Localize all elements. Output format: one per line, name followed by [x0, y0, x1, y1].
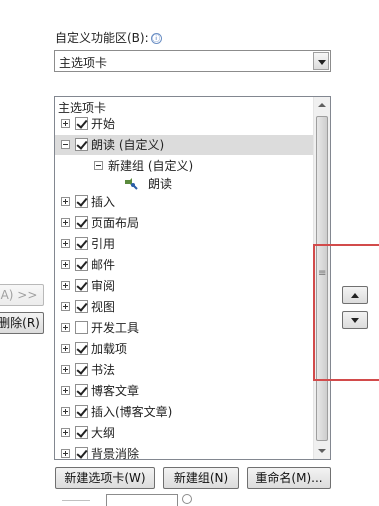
- tree-item-label: 大纲: [91, 426, 116, 440]
- expand-icon[interactable]: [61, 119, 70, 128]
- reset-dropdown[interactable]: [106, 494, 178, 506]
- tree-item-add-ins[interactable]: 加载项: [55, 339, 314, 359]
- tree-item-review[interactable]: 审阅: [55, 276, 314, 296]
- expand-icon[interactable]: [61, 407, 70, 416]
- tree-item-label: 书法: [91, 363, 116, 377]
- divider: [62, 500, 90, 501]
- ribbon-type-value: 主选项卡: [59, 56, 108, 70]
- tree-item-label: 加载项: [91, 342, 128, 356]
- expand-icon[interactable]: [61, 281, 70, 290]
- checkbox[interactable]: [75, 237, 88, 250]
- tree-item-calligraphy[interactable]: 书法: [55, 360, 314, 380]
- expand-icon[interactable]: [61, 449, 70, 458]
- tree-item-view[interactable]: 视图: [55, 297, 314, 317]
- tree-item-label: 新建组 (自定义): [108, 159, 194, 173]
- new-group-button[interactable]: 新建组(N): [163, 467, 239, 489]
- tree-item-background-removal[interactable]: 背景消除: [55, 444, 314, 460]
- checkbox[interactable]: [75, 138, 88, 151]
- checkbox[interactable]: [75, 384, 88, 397]
- tree-item-label: 引用: [91, 237, 116, 251]
- expand-icon[interactable]: [61, 260, 70, 269]
- new-tab-button[interactable]: 新建选项卡(W): [55, 467, 155, 489]
- customize-ribbon-text: 自定义功能区(B):: [55, 31, 149, 45]
- tree-item-blog-post[interactable]: 博客文章: [55, 381, 314, 401]
- checkbox[interactable]: [75, 405, 88, 418]
- tree-item-read-aloud-command[interactable]: 朗读: [55, 174, 314, 194]
- tree-item-label: 插入(博客文章): [91, 405, 173, 419]
- tree-item-label: 页面布局: [91, 216, 140, 230]
- info-icon: ⓘ: [150, 33, 162, 44]
- remove-button[interactable]: 删除(R): [0, 312, 44, 334]
- expand-icon[interactable]: [61, 365, 70, 374]
- expand-icon[interactable]: [61, 197, 70, 206]
- scroll-up-icon[interactable]: [314, 97, 330, 114]
- tree-item-label: 审阅: [91, 279, 116, 293]
- tree-item-insert[interactable]: 插入: [55, 192, 314, 212]
- customize-ribbon-label: 自定义功能区(B): ⓘ: [55, 29, 162, 46]
- tree-item-new-group[interactable]: 新建组 (自定义): [55, 156, 314, 176]
- tree-item-label: 邮件: [91, 258, 116, 272]
- checkbox[interactable]: [75, 258, 88, 271]
- collapse-icon[interactable]: [61, 140, 70, 149]
- highlight-annotation: [313, 244, 379, 381]
- expand-icon[interactable]: [61, 323, 70, 332]
- checkbox[interactable]: [75, 363, 88, 376]
- checkbox[interactable]: [75, 117, 88, 130]
- dropdown-arrow-icon[interactable]: [313, 52, 329, 70]
- tree-item-outline[interactable]: 大纲: [55, 423, 314, 443]
- tree-item-start[interactable]: 开始: [55, 114, 314, 134]
- tree-item-label: 开始: [91, 117, 116, 131]
- tree-item-read-aloud[interactable]: 朗读 (自定义): [55, 135, 314, 155]
- tree-item-page-layout[interactable]: 页面布局: [55, 213, 314, 233]
- expand-icon[interactable]: [61, 302, 70, 311]
- info-icon: [182, 494, 192, 504]
- tree-item-label: 博客文章: [91, 384, 140, 398]
- checkbox[interactable]: [75, 279, 88, 292]
- checkbox[interactable]: [75, 300, 88, 313]
- checkbox[interactable]: [75, 342, 88, 355]
- speaker-command-icon: [124, 176, 138, 190]
- tree-item-mailings[interactable]: 邮件: [55, 255, 314, 275]
- tree-item-label: 视图: [91, 300, 116, 314]
- checkbox[interactable]: [75, 426, 88, 439]
- collapse-icon[interactable]: [94, 161, 103, 170]
- expand-icon[interactable]: [61, 218, 70, 227]
- tree-item-label: 朗读 (自定义): [91, 138, 165, 152]
- tree-item-label: 朗读: [148, 177, 173, 191]
- checkbox[interactable]: [75, 321, 88, 334]
- rename-button[interactable]: 重命名(M)...: [247, 467, 331, 489]
- tree-item-insert-blog-post[interactable]: 插入(博客文章): [55, 402, 314, 422]
- checkbox[interactable]: [75, 195, 88, 208]
- expand-icon[interactable]: [61, 386, 70, 395]
- add-button[interactable]: A) >>: [0, 284, 44, 306]
- expand-icon[interactable]: [61, 239, 70, 248]
- tree-item-label: 背景消除: [91, 447, 140, 460]
- tree-item-references[interactable]: 引用: [55, 234, 314, 254]
- tree-item-label: 插入: [91, 195, 116, 209]
- ribbon-tree[interactable]: 主选项卡 开始 朗读 (自定义) 新建组 (自定义) 朗读 插入 页面布局 引用…: [54, 96, 331, 460]
- expand-icon[interactable]: [61, 428, 70, 437]
- ribbon-type-dropdown[interactable]: 主选项卡: [54, 50, 331, 72]
- checkbox[interactable]: [75, 447, 88, 459]
- expand-icon[interactable]: [61, 344, 70, 353]
- scroll-down-icon[interactable]: [314, 442, 330, 459]
- checkbox[interactable]: [75, 216, 88, 229]
- tree-item-label: 开发工具: [91, 321, 140, 335]
- tree-item-developer[interactable]: 开发工具: [55, 318, 314, 338]
